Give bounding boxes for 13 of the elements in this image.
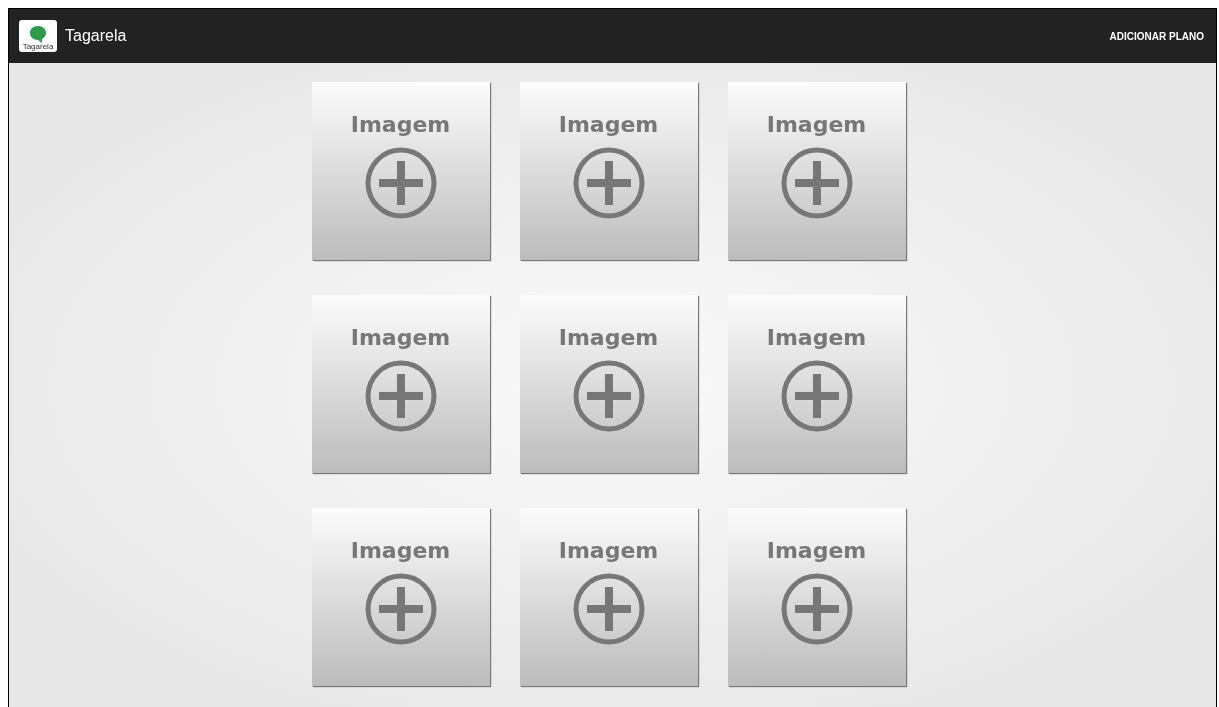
add-image-tile[interactable]: Imagem: [519, 508, 698, 686]
speech-bubble-icon: [29, 25, 47, 43]
add-image-tile[interactable]: Imagem: [311, 295, 490, 473]
logo-caption: Tagarela: [22, 43, 54, 51]
add-plan-button[interactable]: ADICIONAR PLANO: [1107, 26, 1206, 46]
add-image-tile[interactable]: Imagem: [519, 82, 698, 260]
add-image-tile[interactable]: Imagem: [727, 508, 906, 686]
add-image-tile[interactable]: Imagem: [727, 82, 906, 260]
add-image-tile[interactable]: Imagem: [311, 82, 490, 260]
add-image-tile[interactable]: Imagem: [727, 295, 906, 473]
app-title: Tagarela: [65, 27, 128, 45]
add-image-tile[interactable]: Imagem: [519, 295, 698, 473]
add-image-tile[interactable]: Imagem: [311, 508, 490, 686]
